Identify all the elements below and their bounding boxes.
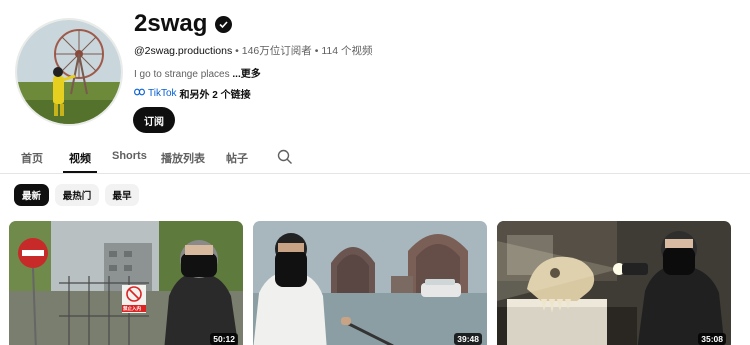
video-thumbnail[interactable]: 39:48 bbox=[253, 221, 487, 345]
video-duration: 39:48 bbox=[454, 333, 482, 345]
channel-avatar[interactable] bbox=[15, 18, 123, 126]
filter-oldest[interactable]: 最早 bbox=[105, 184, 139, 206]
channel-links[interactable]: TikTok 和另外 2 个链接 bbox=[134, 86, 251, 101]
tab-shorts[interactable]: Shorts bbox=[112, 150, 147, 162]
link-icon bbox=[134, 88, 145, 99]
tiktok-link[interactable]: TikTok bbox=[148, 88, 177, 99]
meta-separator: • bbox=[235, 45, 239, 57]
filter-latest[interactable]: 最新 bbox=[14, 184, 49, 206]
subscriber-count: 146万位订阅者 bbox=[241, 45, 312, 57]
more-links[interactable]: 和另外 2 个链接 bbox=[180, 86, 251, 101]
search-icon[interactable] bbox=[277, 149, 293, 165]
tab-home[interactable]: 首页 bbox=[21, 150, 43, 166]
channel-name-text: 2swag bbox=[134, 10, 208, 37]
channel-handle: @2swag.productions bbox=[134, 45, 233, 57]
tab-playlists[interactable]: 播放列表 bbox=[161, 150, 205, 166]
more-link[interactable]: ...更多 bbox=[232, 69, 260, 80]
video-thumbnail[interactable]: 35:08 bbox=[497, 221, 731, 345]
verified-icon bbox=[215, 15, 233, 33]
description-text: I go to strange places bbox=[134, 69, 230, 80]
channel-description[interactable]: I go to strange places ...更多 bbox=[134, 65, 261, 80]
channel-name: 2swag bbox=[134, 10, 233, 38]
warning-sign-text: 禁止入内 bbox=[123, 306, 141, 311]
filter-popular[interactable]: 最热门 bbox=[55, 184, 99, 206]
tab-posts[interactable]: 帖子 bbox=[226, 150, 248, 166]
video-duration: 35:08 bbox=[698, 333, 726, 345]
meta-separator: • bbox=[314, 45, 319, 57]
video-count: 114 个视频 bbox=[321, 45, 373, 57]
channel-tabs: 首页 视频 Shorts 播放列表 帖子 bbox=[0, 142, 750, 174]
channel-meta: @2swag.productions • 146万位订阅者 • 114 个视频 bbox=[134, 43, 372, 58]
video-thumbnail[interactable]: 禁止入内 50:12 bbox=[9, 221, 243, 345]
tab-videos[interactable]: 视频 bbox=[69, 150, 91, 166]
subscribe-button[interactable]: 订阅 bbox=[133, 107, 175, 133]
video-duration: 50:12 bbox=[210, 333, 238, 345]
active-tab-indicator bbox=[63, 171, 97, 173]
